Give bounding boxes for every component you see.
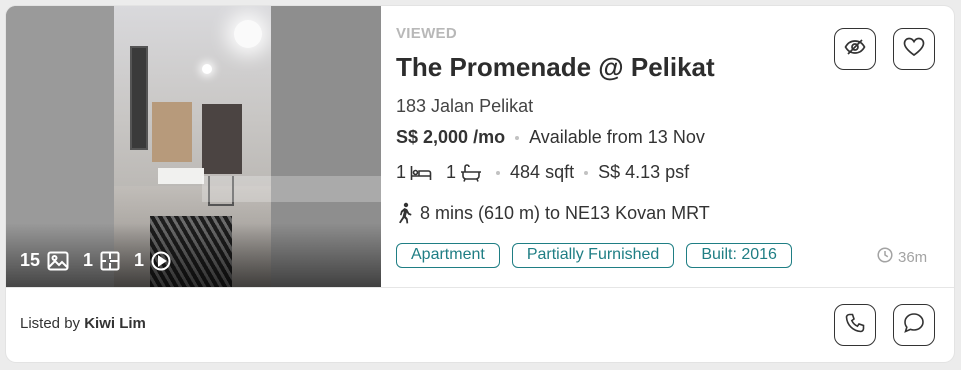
phone-icon <box>845 313 865 338</box>
bathroom-count: 1 <box>446 162 457 182</box>
listing-card[interactable]: 15 1 1 VIEWED The Promenade @ Pelikat 18… <box>6 6 954 362</box>
specs-row: 1 1 484 sqft S$ 4.13 psf <box>396 162 689 183</box>
floorplan-icon <box>100 251 120 271</box>
image-icon <box>47 251 69 271</box>
posted-time: 36m <box>877 247 927 267</box>
listed-by-prefix: Listed by <box>20 315 81 332</box>
tag-property-type: Apartment <box>396 243 500 268</box>
tag-built-year: Built: 2016 <box>686 243 792 268</box>
separator-dot <box>496 170 501 175</box>
heart-icon <box>903 37 925 62</box>
price-per-sqft: S$ 4.13 psf <box>598 162 690 182</box>
floorplan-count: 1 <box>83 250 94 270</box>
viewed-label: VIEWED <box>396 25 457 42</box>
photo-count: 15 <box>20 250 41 270</box>
bed-icon <box>410 165 432 181</box>
media-counts: 15 1 1 <box>20 250 181 271</box>
price-row: S$ 2,000 /mo Available from 13 Nov <box>396 127 705 148</box>
availability: Available from 13 Nov <box>529 127 705 147</box>
listing-gallery[interactable]: 15 1 1 <box>6 6 381 287</box>
tag-furnishing: Partially Furnished <box>511 243 675 268</box>
save-listing-button[interactable] <box>893 28 935 70</box>
listing-price: S$ 2,000 /mo <box>396 127 506 147</box>
video-count: 1 <box>134 250 145 270</box>
photo-watermark <box>202 176 381 202</box>
separator-dot <box>515 135 520 140</box>
listing-tags: Apartment Partially Furnished Built: 201… <box>396 243 792 268</box>
listing-address: 183 Jalan Pelikat <box>396 96 534 116</box>
clock-icon <box>877 247 893 267</box>
mrt-row: 8 mins (610 m) to NE13 Kovan MRT <box>396 202 710 224</box>
posted-ago: 36m <box>898 248 928 266</box>
mrt-distance: 8 mins (610 m) to NE13 Kovan MRT <box>420 202 710 223</box>
agent-name[interactable]: Kiwi Lim <box>84 315 146 332</box>
separator-dot <box>584 170 589 175</box>
card-divider <box>6 287 954 288</box>
hide-listing-button[interactable] <box>834 28 876 70</box>
walking-icon <box>396 202 414 224</box>
play-circle-icon <box>151 251 171 271</box>
chat-agent-button[interactable] <box>893 304 935 346</box>
call-agent-button[interactable] <box>834 304 876 346</box>
listed-by: Listed by Kiwi Lim <box>20 315 146 332</box>
bedroom-count: 1 <box>396 162 407 182</box>
bathtub-icon <box>460 163 482 182</box>
chat-icon <box>903 312 925 339</box>
listing-title[interactable]: The Promenade @ Pelikat <box>396 52 715 83</box>
eye-slash-icon <box>844 38 866 61</box>
floor-area: 484 sqft <box>510 162 575 182</box>
